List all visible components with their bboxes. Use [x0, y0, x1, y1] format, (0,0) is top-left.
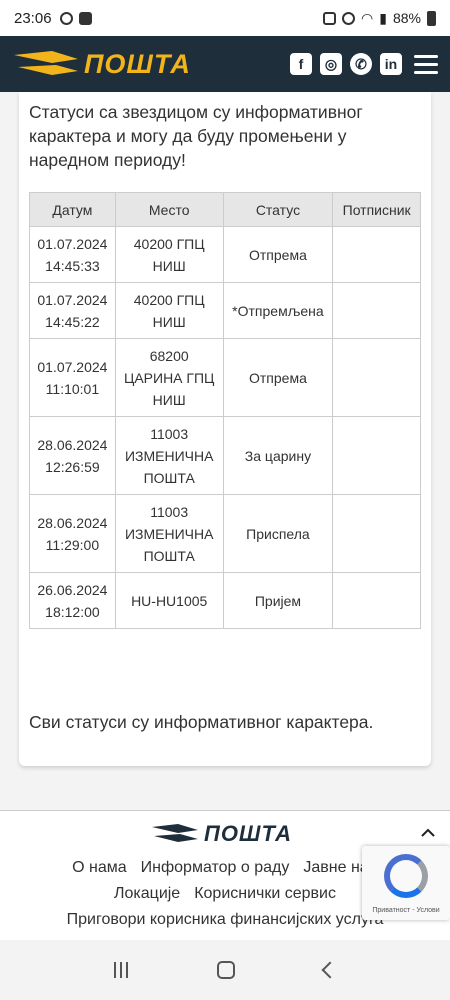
cell-place: 40200 ГПЦ НИШ — [114, 282, 224, 339]
col-status-header: Статус — [222, 192, 334, 227]
footer-logo[interactable]: ПОШТА — [150, 821, 292, 847]
cell-signer — [332, 572, 421, 629]
cell-signer — [332, 494, 421, 573]
lock-icon — [323, 11, 337, 25]
footnote: Сви статуси су информативног карактера. — [29, 712, 374, 732]
status-note: Статуси са звездицом су информативног ка… — [29, 102, 363, 170]
viber-icon[interactable]: ✆ — [350, 53, 372, 75]
cell-place: 40200 ГПЦ НИШ — [114, 226, 224, 283]
logo-text: ПОШТА — [84, 48, 191, 79]
table-row: 28.06.2024 11:29:00 11003 ИЗМЕНИЧНА ПОШТ… — [29, 494, 421, 573]
cell-date: 28.06.2024 12:26:59 — [29, 416, 116, 495]
table-header-row: Датум Место Статус Потписник — [29, 192, 421, 227]
facebook-icon[interactable]: f — [290, 53, 312, 75]
hamburger-menu-icon[interactable] — [414, 54, 438, 74]
cell-signer — [332, 338, 421, 417]
cell-signer — [332, 226, 421, 283]
table-row: 01.07.2024 14:45:33 40200 ГПЦ НИШ Отпрем… — [29, 226, 421, 283]
table-row: 28.06.2024 12:26:59 11003 ИЗМЕНИЧНА ПОШТ… — [29, 416, 421, 495]
cell-date: 28.06.2024 11:29:00 — [29, 494, 116, 573]
table-row: 01.07.2024 11:10:01 68200 ЦАРИНА ГПЦ НИШ… — [29, 338, 421, 417]
download-notification-icon — [78, 11, 92, 25]
recaptcha-icon — [384, 854, 428, 898]
cell-place: 11003 ИЗМЕНИЧНА ПОШТА — [114, 416, 224, 495]
cell-date: 01.07.2024 11:10:01 — [29, 338, 116, 417]
status-time: 23:06 — [14, 9, 52, 27]
footer-link-customer-service[interactable]: Кориснички сервис — [194, 885, 336, 903]
cell-status: Отпрема — [222, 226, 334, 283]
cell-place: 68200 ЦАРИНА ГПЦ НИШ — [114, 338, 224, 417]
cell-place: 11003 ИЗМЕНИЧНА ПОШТА — [114, 494, 224, 573]
tracking-table: Датум Место Статус Потписник 01.07.2024 … — [29, 192, 421, 629]
back-icon[interactable] — [321, 961, 339, 979]
signal-icon: ▮ — [379, 9, 387, 26]
col-date-header: Датум — [29, 192, 116, 227]
footer-horn-icon — [152, 824, 198, 842]
cell-signer — [332, 416, 421, 495]
table-row: 01.07.2024 14:45:22 40200 ГПЦ НИШ *Отпре… — [29, 282, 421, 339]
col-signer-header: Потписник — [332, 192, 421, 227]
footer-logo-text: ПОШТА — [204, 821, 292, 846]
social-links: f ◎ ✆ in — [290, 53, 402, 75]
cell-status: За царину — [222, 416, 334, 495]
tracking-card: Статуси са звездицом су информативног ка… — [19, 92, 431, 766]
posta-horn-icon — [14, 51, 78, 75]
footer-link-about[interactable]: О нама — [72, 859, 127, 877]
system-nav-bar — [0, 940, 450, 1000]
instagram-icon[interactable]: ◎ — [320, 53, 342, 75]
linkedin-icon[interactable]: in — [380, 53, 402, 75]
table-row: 26.06.2024 18:12:00 HU-HU1005 Пријем — [29, 572, 421, 629]
cell-status: Пријем — [222, 572, 334, 629]
footer-link-complaints[interactable]: Приговори корисника финансијских услуга — [67, 911, 384, 929]
battery-icon — [427, 10, 436, 26]
cell-signer — [332, 282, 421, 339]
footer-link-locations[interactable]: Локације — [114, 885, 180, 903]
battery-level: 88% — [392, 10, 421, 26]
cell-date: 01.07.2024 14:45:22 — [29, 282, 116, 339]
scroll-top-chevron-icon[interactable] — [420, 825, 436, 841]
cell-status: *Отпремљена — [222, 282, 334, 339]
cell-date: 01.07.2024 14:45:33 — [29, 226, 116, 283]
cell-place: HU-HU1005 — [114, 572, 224, 629]
home-icon[interactable] — [216, 961, 235, 979]
cell-status: Отпрема — [222, 338, 334, 417]
status-bar: 23:06 ◠ ▮ 88% — [0, 0, 450, 36]
viber-notification-icon — [59, 11, 73, 25]
alarm-icon — [342, 11, 356, 25]
cell-status: Приспела — [222, 494, 334, 573]
recaptcha-text[interactable]: Приватност - Услови — [362, 907, 450, 914]
recent-apps-icon[interactable] — [114, 962, 129, 978]
recaptcha-badge[interactable]: Приватност - Услови — [362, 846, 450, 920]
posta-logo[interactable]: ПОШТА — [12, 47, 191, 81]
footer-link-informator[interactable]: Информатор о раду — [141, 859, 290, 877]
cell-date: 26.06.2024 18:12:00 — [29, 572, 116, 629]
col-place-header: Место — [114, 192, 224, 227]
site-header: ПОШТА f ◎ ✆ in — [0, 36, 450, 92]
wifi-icon: ◠ — [361, 9, 374, 26]
